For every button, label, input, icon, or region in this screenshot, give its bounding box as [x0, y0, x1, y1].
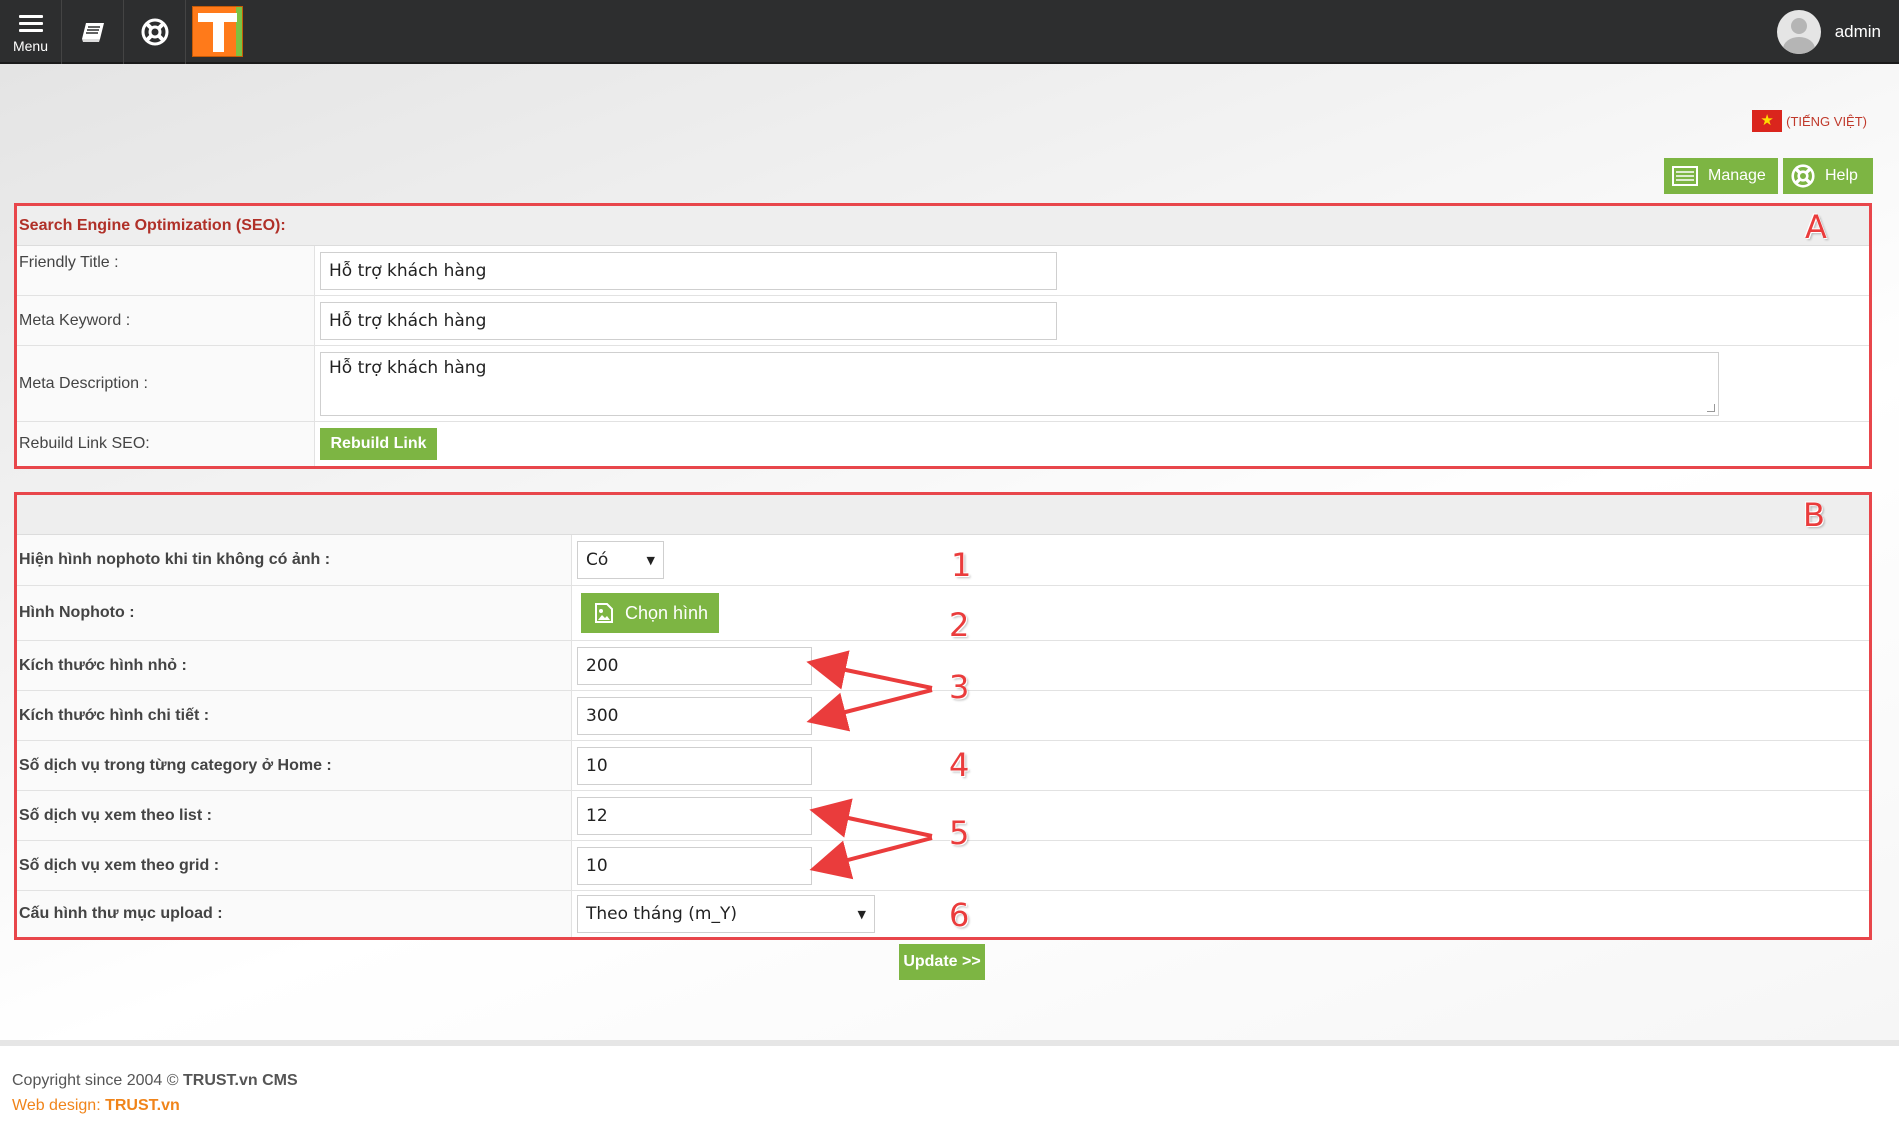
choose-image-button[interactable]: Chọn hình: [581, 593, 719, 633]
rebuild-link-label: Rebuild Link SEO:: [17, 422, 315, 466]
list-count-label: Số dịch vụ xem theo list :: [17, 791, 572, 840]
meta-keyword-label: Meta Keyword :: [17, 296, 315, 345]
choose-image-label: Chọn hình: [625, 602, 709, 623]
book-button[interactable]: [62, 0, 124, 64]
language-switcher[interactable]: ★ (TIẾNG VIỆT): [1752, 110, 1867, 132]
webdesign-text: Web design: TRUST.vn: [12, 1097, 180, 1114]
avatar: [1776, 10, 1821, 54]
menu-button[interactable]: Menu: [0, 0, 62, 64]
annotation-b: B: [1803, 496, 1825, 534]
nophoto-show-label: Hiện hình nophoto khi tin không có ảnh :: [17, 535, 572, 585]
rebuild-link-button[interactable]: Rebuild Link: [320, 428, 437, 460]
update-button[interactable]: Update >>: [899, 944, 985, 980]
manage-label: Manage: [1708, 167, 1766, 184]
book-icon: [81, 23, 104, 42]
language-label: (TIẾNG VIỆT): [1786, 113, 1867, 129]
lifebuoy-icon: [141, 18, 168, 46]
detail-size-row: Kích thước hình chi tiết : 300: [17, 691, 1869, 741]
friendly-title-input[interactable]: Hỗ trợ khách hàng: [320, 251, 1057, 290]
config-panel: Hiện hình nophoto khi tin không có ảnh :…: [14, 492, 1872, 940]
menu-label: Menu: [12, 37, 49, 54]
list-count-input[interactable]: 12: [577, 796, 812, 835]
footer-divider: [0, 1040, 1899, 1046]
annotation-3: 3: [949, 668, 970, 706]
help-lifebuoy-button[interactable]: [124, 0, 186, 64]
manage-button[interactable]: Manage: [1664, 158, 1778, 194]
upload-folder-label: Cấu hình thư mục upload :: [17, 891, 572, 937]
user-menu[interactable]: admin: [1776, 10, 1881, 54]
home-count-label: Số dịch vụ trong từng category ở Home :: [17, 741, 572, 790]
list-icon: [1672, 166, 1698, 186]
webdesign-link[interactable]: TRUST.vn: [105, 1097, 180, 1114]
grid-count-input[interactable]: 10: [577, 846, 812, 885]
vietnam-flag-icon: ★: [1752, 110, 1783, 132]
home-count-row: Số dịch vụ trong từng category ở Home : …: [17, 741, 1869, 791]
annotation-6: 6: [949, 896, 970, 934]
annotation-a: A: [1805, 208, 1827, 246]
lifebuoy-icon: [1791, 164, 1815, 188]
friendly-title-row: Friendly Title : Hỗ trợ khách hàng: [17, 246, 1869, 296]
thumb-size-label: Kích thước hình nhỏ :: [17, 641, 572, 690]
trust-logo[interactable]: [192, 6, 243, 57]
help-button[interactable]: Help: [1783, 158, 1873, 194]
annotation-2: 2: [949, 606, 970, 644]
meta-description-textarea[interactable]: Hỗ trợ khách hàng: [320, 351, 1719, 416]
upload-folder-select[interactable]: Theo tháng (m_Y) ▼: [577, 895, 875, 933]
detail-size-label: Kích thước hình chi tiết :: [17, 691, 572, 740]
hamburger-icon: [18, 11, 43, 36]
thumb-size-input[interactable]: 200: [577, 646, 812, 685]
meta-description-row: Meta Description : Hỗ trợ khách hàng: [17, 346, 1869, 422]
copyright-text: Copyright since 2004 © TRUST.vn CMS: [12, 1072, 298, 1089]
help-label: Help: [1825, 167, 1858, 184]
seo-panel: Search Engine Optimization (SEO): Friend…: [14, 203, 1872, 469]
footer: Copyright since 2004 © TRUST.vn CMS Web …: [12, 1068, 298, 1118]
nophoto-image-row: Hình Nophoto : Chọn hình: [17, 586, 1869, 641]
annotation-1: 1: [951, 546, 972, 584]
meta-description-label: Meta Description :: [17, 346, 315, 421]
upload-folder-row: Cấu hình thư mục upload : Theo tháng (m_…: [17, 891, 1869, 937]
nophoto-image-label: Hình Nophoto :: [17, 586, 572, 640]
meta-description-text: Hỗ trợ khách hàng: [329, 357, 487, 378]
top-navigation-bar: Menu admin: [0, 0, 1899, 64]
nophoto-show-select[interactable]: Có ▼: [577, 541, 664, 579]
copyright-brand: TRUST.vn CMS: [183, 1072, 298, 1089]
resize-grip-icon[interactable]: [1707, 403, 1715, 412]
annotation-5: 5: [949, 814, 970, 852]
upload-folder-value: Theo tháng (m_Y): [586, 904, 737, 924]
home-count-input[interactable]: 10: [577, 746, 812, 785]
meta-keyword-input[interactable]: Hỗ trợ khách hàng: [320, 301, 1057, 340]
seo-header: Search Engine Optimization (SEO):: [17, 206, 1869, 246]
annotation-4: 4: [949, 746, 970, 784]
config-header: [17, 495, 1869, 535]
grid-count-row: Số dịch vụ xem theo grid : 10: [17, 841, 1869, 891]
nophoto-show-value: Có: [586, 550, 609, 570]
meta-keyword-row: Meta Keyword : Hỗ trợ khách hàng: [17, 296, 1869, 346]
thumb-size-row: Kích thước hình nhỏ : 200: [17, 641, 1869, 691]
detail-size-input[interactable]: 300: [577, 696, 812, 735]
list-count-row: Số dịch vụ xem theo list : 12: [17, 791, 1869, 841]
rebuild-link-row: Rebuild Link SEO: Rebuild Link: [17, 422, 1869, 466]
caret-down-icon: ▼: [646, 553, 655, 567]
grid-count-label: Số dịch vụ xem theo grid :: [17, 841, 572, 890]
nophoto-show-row: Hiện hình nophoto khi tin không có ảnh :…: [17, 535, 1869, 586]
caret-down-icon: ▼: [857, 907, 866, 921]
user-name: admin: [1834, 22, 1881, 41]
friendly-title-label: Friendly Title :: [17, 246, 315, 295]
image-icon: [595, 603, 613, 623]
